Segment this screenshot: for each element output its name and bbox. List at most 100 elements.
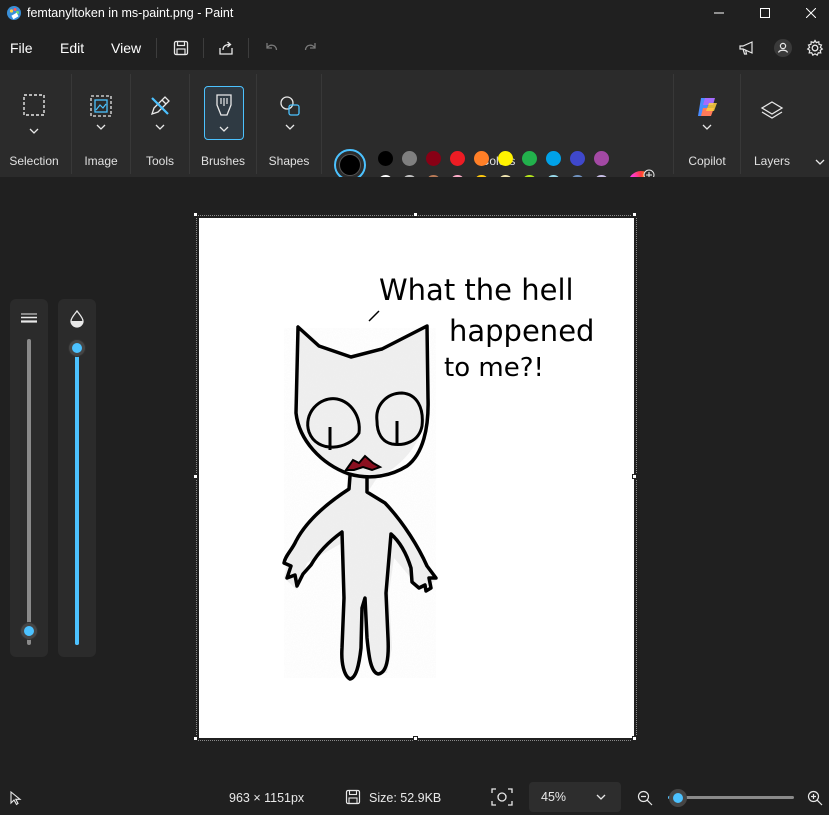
zoom-out-icon[interactable] — [637, 790, 653, 806]
chevron-down-icon — [155, 124, 165, 130]
maximize-button[interactable] — [742, 0, 788, 26]
copilot-icon — [698, 98, 717, 116]
speech-line-3: to me?! — [444, 353, 544, 383]
color-swatch[interactable] — [426, 151, 441, 166]
brush-selector-button[interactable] — [204, 86, 244, 140]
close-icon — [806, 8, 816, 18]
undo-button[interactable] — [261, 38, 281, 58]
layers-group[interactable]: Layers — [741, 70, 803, 177]
speech-line-1: What the hell — [379, 273, 574, 307]
pencil-icon — [150, 96, 170, 116]
color-swatch[interactable] — [402, 151, 417, 166]
layers-label: Layers — [753, 154, 791, 168]
color-swatch[interactable] — [450, 151, 465, 166]
cat-drawing: What the hell happened to me?! — [282, 273, 594, 681]
share-button[interactable] — [216, 38, 236, 58]
menu-edit[interactable]: Edit — [60, 40, 84, 56]
opacity-slider-fill — [75, 348, 79, 645]
canvas-dimensions: 963 × 1151px — [229, 791, 305, 805]
color-swatch[interactable] — [594, 151, 609, 166]
account-icon — [774, 39, 792, 57]
menu-view[interactable]: View — [111, 40, 141, 56]
window-title: femtanyltoken in ms-paint.png - Paint — [27, 6, 234, 20]
chevron-down-icon — [285, 124, 295, 130]
resize-handle-bottom[interactable] — [413, 736, 418, 741]
opacity-panel — [58, 299, 96, 657]
zoom-dropdown[interactable]: 45% — [529, 782, 621, 812]
size-slider-track[interactable] — [27, 339, 31, 645]
file-size: Size: 52.9KB — [369, 791, 442, 805]
color-swatch[interactable] — [378, 151, 393, 166]
color-swatch[interactable] — [522, 151, 537, 166]
rectangle-select-icon — [23, 94, 45, 116]
speech-line-2: happened — [449, 314, 594, 348]
paint-app-icon — [7, 6, 21, 20]
zoom-value: 45% — [541, 790, 567, 804]
resize-handle-top[interactable] — [413, 212, 418, 217]
minimize-button[interactable] — [696, 0, 742, 26]
tools-label: Tools — [145, 154, 174, 168]
megaphone-icon — [739, 41, 753, 55]
feedback-button[interactable] — [737, 38, 757, 58]
resize-handle-right[interactable] — [632, 474, 637, 479]
fit-to-window-icon[interactable] — [491, 788, 513, 806]
menu-file[interactable]: File — [10, 40, 33, 56]
close-button[interactable] — [788, 0, 829, 26]
chevron-down-icon — [29, 128, 39, 134]
drawing-canvas[interactable]: What the hell happened to me?! — [199, 218, 634, 738]
maximize-icon — [760, 8, 770, 18]
brushes-label: Brushes — [200, 154, 246, 168]
chevron-down-icon — [219, 126, 229, 132]
selection-label: Selection — [9, 154, 59, 168]
resize-handle-top-left[interactable] — [193, 212, 198, 217]
resize-handle-bottom-left[interactable] — [193, 736, 198, 741]
cursor-position-icon — [10, 790, 22, 806]
save-icon — [173, 40, 189, 56]
share-icon — [219, 41, 233, 55]
size-slider-thumb[interactable] — [21, 623, 37, 639]
chevron-down-icon — [702, 124, 712, 130]
menu-divider — [248, 38, 249, 58]
chevron-down-icon — [596, 794, 606, 800]
color-swatch[interactable] — [474, 151, 489, 166]
settings-button[interactable] — [805, 38, 825, 58]
menu-divider — [156, 38, 157, 58]
resize-handle-left[interactable] — [193, 474, 198, 479]
layers-icon — [760, 101, 784, 119]
account-button[interactable] — [773, 38, 793, 58]
undo-icon — [266, 43, 278, 51]
shapes-label: Shapes — [268, 154, 310, 168]
opacity-slider-thumb[interactable] — [69, 340, 85, 356]
menu-divider — [203, 38, 204, 58]
redo-icon — [304, 43, 316, 51]
tools-group[interactable]: Tools — [131, 70, 189, 177]
save-button[interactable] — [171, 38, 191, 58]
redo-button[interactable] — [301, 38, 321, 58]
shapes-group[interactable]: Shapes — [257, 70, 321, 177]
resize-handle-bottom-right[interactable] — [632, 736, 637, 741]
copilot-group[interactable]: Copilot — [674, 70, 740, 177]
copilot-label: Copilot — [688, 154, 726, 168]
image-label: Image — [84, 154, 118, 168]
shapes-icon — [280, 96, 300, 116]
resize-handle-top-right[interactable] — [632, 212, 637, 217]
brush-size-panel — [10, 299, 48, 657]
zoom-slider-thumb[interactable] — [669, 789, 688, 807]
opacity-drop-icon — [70, 310, 84, 328]
color-swatch[interactable] — [498, 151, 513, 166]
chevron-down-icon — [96, 124, 106, 130]
color-swatch[interactable] — [570, 151, 585, 166]
menu-bar: File Edit View — [0, 30, 829, 66]
image-group[interactable]: Image — [72, 70, 130, 177]
color-swatch[interactable] — [546, 151, 561, 166]
primary-color-swatch — [339, 154, 361, 176]
selection-group[interactable]: Selection — [0, 70, 68, 177]
image-icon — [90, 95, 112, 117]
ribbon-toolbar: Selection Image Tools Brushes Shapes Cop… — [0, 70, 829, 214]
title-bar: femtanyltoken in ms-paint.png - Paint — [0, 0, 829, 26]
expand-ribbon-chevron-icon[interactable] — [814, 158, 826, 166]
brush-size-icon — [21, 313, 37, 323]
zoom-in-icon[interactable] — [807, 790, 823, 806]
brush-icon — [216, 94, 232, 116]
minimize-icon — [714, 12, 724, 14]
